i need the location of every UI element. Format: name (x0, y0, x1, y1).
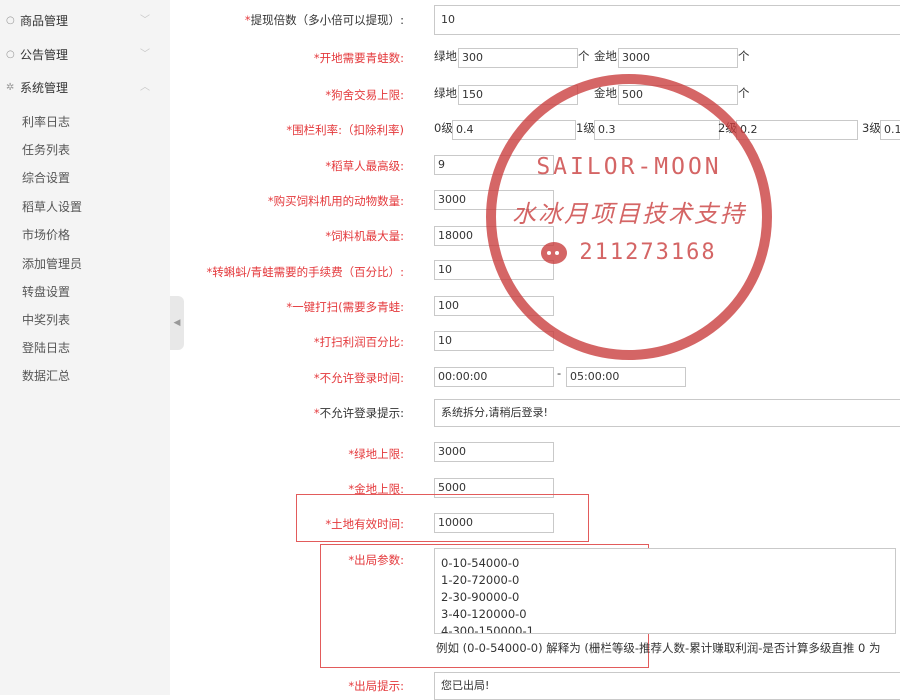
withdraw-multiple-label: *提现倍数（多小倍可以提现）: (244, 13, 404, 27)
sidebar-item-data-summary[interactable]: 数据汇总 (22, 362, 70, 390)
sidebar-item-scarecrow-settings[interactable]: 稻草人设置 (22, 193, 82, 221)
exit-param-line: 4-300-150000-1 (441, 624, 534, 634)
settings-form: *提现倍数（多小倍可以提现）: 10 *开地需要青蛙数: 绿地 300 个 金地… (184, 0, 900, 700)
exit-param-line: 1-20-72000-0 (441, 573, 520, 587)
withdraw-multiple-input[interactable]: 10 (434, 5, 900, 35)
exit-params-label: *出局参数: (348, 553, 404, 567)
chevron-down-icon: ﹀ (140, 49, 150, 60)
sidebar-item-prize-list[interactable]: 中奖列表 (22, 306, 70, 334)
gold-land-label: 金地 (594, 86, 617, 100)
chevron-up-icon: ︿ (140, 82, 150, 93)
green-limit-input[interactable]: 3000 (434, 442, 554, 462)
nav-group-notice[interactable]: ○ 公告管理 ﹀ (0, 38, 170, 72)
clean-profit-input[interactable]: 10 (434, 331, 554, 351)
open-green-frogs-input[interactable]: 300 (458, 48, 578, 68)
gear-icon: ✲ (6, 82, 15, 93)
chevron-down-icon: ﹀ (140, 15, 150, 26)
scarecrow-max-input[interactable]: 9 (434, 155, 554, 175)
open-frogs-label: *开地需要青蛙数: (313, 51, 404, 65)
feeder-max-label: *饲料机最大量: (325, 229, 404, 243)
chat-bubble-icon: ○ (6, 49, 15, 60)
no-login-time-label: *不允许登录时间: (313, 371, 404, 385)
green-land-label: 绿地 (434, 86, 457, 100)
fence-rate-level-2-input[interactable]: 0.2 (736, 120, 858, 140)
fence-rate-level-0-input[interactable]: 0.4 (452, 120, 576, 140)
sidebar-item-wheel-settings[interactable]: 转盘设置 (22, 278, 70, 306)
feeder-animals-label: *购买饲料机用的动物数量: (267, 194, 404, 208)
fee-percent-input[interactable]: 10 (434, 260, 554, 280)
sidebar-item-login-log[interactable]: 登陆日志 (22, 334, 70, 362)
fence-rate-label: *围栏利率:（扣除利率) (286, 123, 404, 137)
sidebar-item-general-settings[interactable]: 综合设置 (22, 164, 70, 192)
open-gold-frogs-input[interactable]: 3000 (618, 48, 738, 68)
exit-param-line: 2-30-90000-0 (441, 590, 520, 604)
exit-params-hint: 例如 (0-0-54000-0) 解释为 (栅栏等级-推荐人数-累计赚取利润-是… (436, 641, 881, 655)
one-click-clean-label: *一键打扫(需要多青蛙: (286, 300, 404, 314)
one-click-clean-input[interactable]: 100 (434, 296, 554, 316)
sidebar-collapse-toggle[interactable]: ◀ (170, 296, 184, 350)
kennel-gold-limit-input[interactable]: 500 (618, 85, 738, 105)
nav-group-goods[interactable]: ○ 商品管理 ﹀ (0, 4, 170, 38)
unit-label: 个 (578, 49, 590, 63)
sidebar-item-add-admin[interactable]: 添加管理员 (22, 250, 82, 278)
nav-group-label: 系统管理 (20, 81, 69, 95)
sidebar-item-task-list[interactable]: 任务列表 (22, 136, 70, 164)
exit-params-textarea[interactable]: 0-10-54000-0 1-20-72000-0 2-30-90000-0 3… (434, 548, 896, 634)
scarecrow-max-label: *稻草人最高级: (325, 159, 404, 173)
gold-land-label: 金地 (594, 49, 617, 63)
fence-rate-level-1-input[interactable]: 0.3 (594, 120, 720, 140)
time-range-separator: - (557, 366, 562, 380)
kennel-limit-label: *狗舍交易上限: (325, 88, 404, 102)
nav-group-system[interactable]: ✲ 系统管理 ︿ (0, 71, 170, 105)
sidebar-item-market-price[interactable]: 市场价格 (22, 221, 70, 249)
unit-label: 个 (738, 86, 750, 100)
green-land-label: 绿地 (434, 49, 457, 63)
level-0-label: 0级 (434, 121, 453, 135)
sidebar-item-rate-log[interactable]: 利率日志 (22, 108, 70, 136)
feeder-max-input[interactable]: 18000 (434, 226, 554, 246)
level-1-label: 1级 (576, 121, 595, 135)
green-limit-label: *绿地上限: (348, 447, 404, 461)
exit-tip-label: *出局提示: (348, 679, 404, 693)
feeder-animals-input[interactable]: 3000 (434, 190, 554, 210)
no-login-start-input[interactable]: 00:00:00 (434, 367, 554, 387)
unit-label: 个 (738, 49, 750, 63)
fee-percent-label: *转蝌蚪/青蛙需要的手续费（百分比）: (206, 265, 405, 279)
exit-param-line: 0-10-54000-0 (441, 556, 520, 570)
land-valid-time-label: *土地有效时间: (325, 517, 404, 531)
exit-tip-input[interactable]: 您已出局! (434, 672, 900, 700)
chevron-left-icon: ◀ (173, 318, 181, 328)
kennel-green-limit-input[interactable]: 150 (458, 85, 578, 105)
sidebar: ○ 商品管理 ﹀ ○ 公告管理 ﹀ ✲ 系统管理 ︿ 利率日志 任务列表 综合设… (0, 0, 170, 695)
nav-group-label: 商品管理 (20, 14, 69, 28)
no-login-end-input[interactable]: 05:00:00 (566, 367, 686, 387)
chat-bubble-icon: ○ (6, 15, 15, 26)
level-3-label: 3级 (862, 121, 881, 135)
level-2-label: 2级 (718, 121, 737, 135)
clean-profit-label: *打扫利润百分比: (313, 335, 404, 349)
land-valid-time-input[interactable]: 10000 (434, 513, 554, 533)
fence-rate-level-3-input[interactable]: 0.1 (880, 120, 900, 140)
nav-group-label: 公告管理 (20, 48, 69, 62)
exit-param-line: 3-40-120000-0 (441, 607, 527, 621)
no-login-tip-label: *不允许登录提示: (313, 406, 404, 420)
no-login-tip-input[interactable]: 系统拆分,请稍后登录! (434, 399, 900, 427)
